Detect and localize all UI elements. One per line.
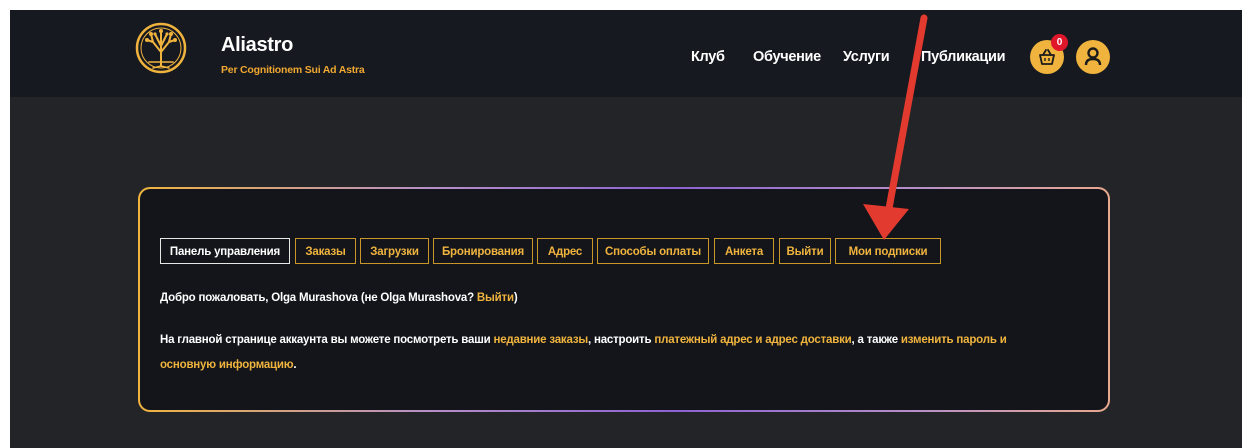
- account-button[interactable]: [1076, 40, 1110, 74]
- account-panel: Панель управления Заказы Загрузки Бронир…: [138, 187, 1110, 412]
- recent-orders-link[interactable]: недавние заказы: [493, 334, 588, 346]
- cart-count-badge: 0: [1051, 34, 1068, 51]
- billing-shipping-address-link[interactable]: платежный адрес и адрес доставки: [654, 334, 851, 346]
- welcome-message: Добро пожаловать, Olga Murashova (не Olg…: [160, 292, 518, 304]
- edit-account-info-link[interactable]: основную информацию: [160, 359, 294, 371]
- tab-bookings[interactable]: Бронирования: [433, 238, 533, 264]
- description-text: .: [293, 359, 297, 371]
- nav-link-publications[interactable]: Публикации: [921, 49, 1006, 65]
- description-text: На главной странице аккаунта вы можете п…: [160, 334, 494, 346]
- tab-address[interactable]: Адрес: [537, 238, 593, 264]
- nav-link-services[interactable]: Услуги: [843, 49, 890, 65]
- welcome-logout-link[interactable]: Выйти: [477, 292, 514, 304]
- account-panel-body: Панель управления Заказы Загрузки Бронир…: [140, 189, 1108, 410]
- tab-my-subscriptions[interactable]: Мои подписки: [835, 238, 941, 264]
- tree-of-life-logo[interactable]: [135, 22, 187, 74]
- welcome-text: Добро пожаловать, Olga Murashova (не Olg…: [160, 292, 477, 304]
- nav-link-club[interactable]: Клуб: [691, 49, 725, 65]
- tab-questionnaire[interactable]: Анкета: [714, 238, 774, 264]
- browser-viewport: Aliastro Per Cognitionem Sui Ad Astra Кл…: [10, 10, 1242, 448]
- tab-orders[interactable]: Заказы: [295, 238, 356, 264]
- brand-tagline: Per Cognitionem Sui Ad Astra: [221, 64, 365, 76]
- dashboard-description-line-1: На главной странице аккаунта вы можете п…: [160, 334, 1007, 346]
- edit-password-link[interactable]: изменить пароль и: [901, 334, 1007, 346]
- cart-button[interactable]: 0: [1030, 34, 1068, 74]
- dashboard-description-line-2: основную информацию.: [160, 359, 297, 371]
- brand-title[interactable]: Aliastro: [221, 34, 293, 57]
- welcome-suffix: ): [513, 292, 518, 304]
- tab-logout[interactable]: Выйти: [779, 238, 831, 264]
- description-text: , настроить: [587, 334, 655, 346]
- description-text: , а также: [851, 334, 901, 346]
- site-header: Aliastro Per Cognitionem Sui Ad Astra Кл…: [10, 10, 1242, 97]
- tab-downloads[interactable]: Загрузки: [360, 238, 429, 264]
- tab-dashboard[interactable]: Панель управления: [160, 238, 290, 264]
- user-icon: [1084, 47, 1102, 66]
- nav-link-education[interactable]: Обучение: [753, 49, 821, 65]
- tab-payment-methods[interactable]: Способы оплаты: [597, 238, 709, 264]
